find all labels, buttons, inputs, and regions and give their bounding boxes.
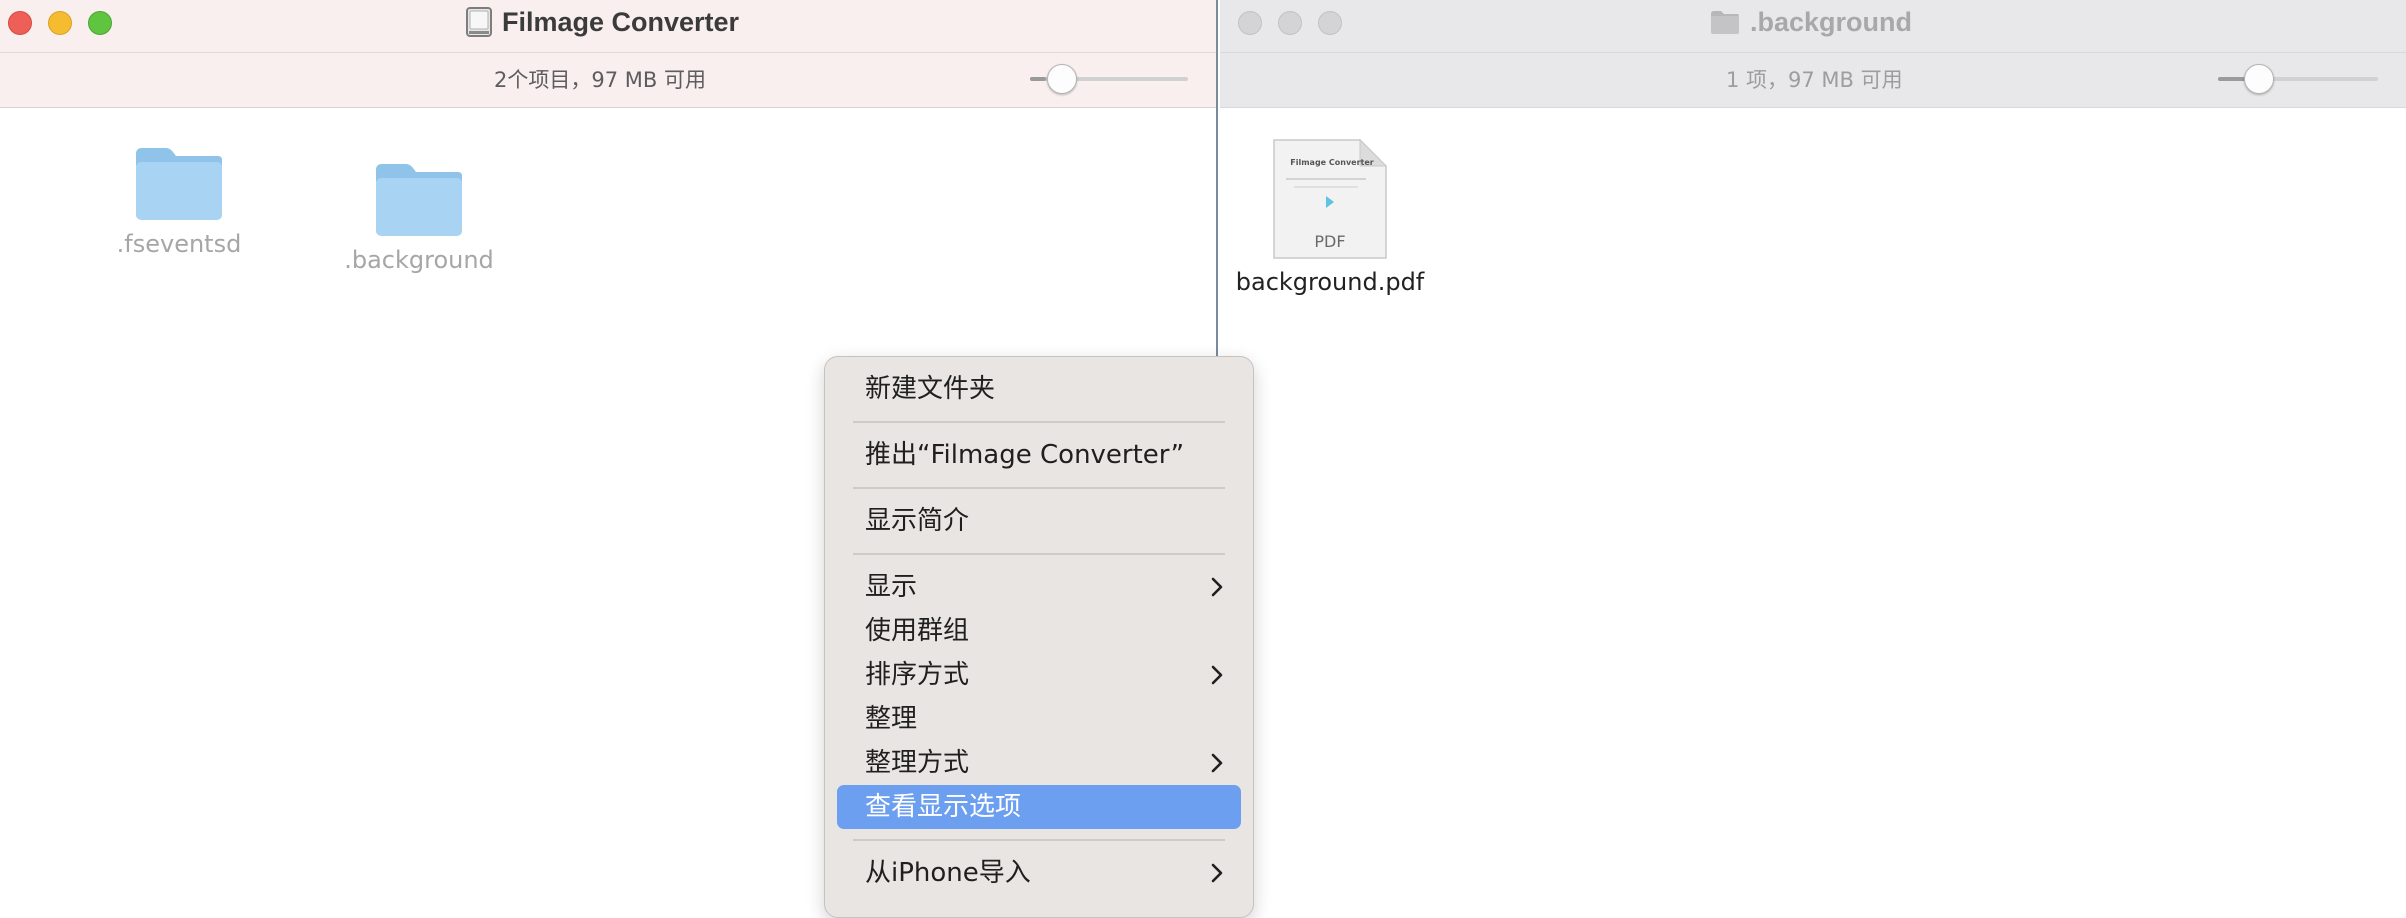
menu-item-label: 推出“Filmage Converter”	[865, 440, 1185, 470]
chevron-right-icon	[1211, 577, 1223, 597]
window-title-text: .background	[1750, 6, 1913, 37]
menu-item-show[interactable]: 显示	[837, 565, 1241, 609]
menu-item-eject[interactable]: 推出“Filmage Converter”	[837, 433, 1241, 477]
menu-item-label: 查看显示选项	[865, 792, 1022, 822]
menu-item-label: 显示	[865, 572, 918, 602]
close-button[interactable]	[1238, 11, 1262, 35]
maximize-button[interactable]	[1318, 11, 1342, 35]
file-item-background-pdf[interactable]: Filmage Converter PDF background.pdf	[1236, 138, 1424, 296]
slider-knob[interactable]	[2244, 64, 2274, 94]
menu-item-show-view-options[interactable]: 查看显示选项	[837, 785, 1241, 829]
pdf-badge: PDF	[1314, 232, 1346, 251]
menu-separator	[853, 487, 1225, 489]
chevron-right-icon	[1211, 863, 1223, 883]
menu-item-label: 显示简介	[865, 506, 970, 536]
menu-item-import-from-iphone[interactable]: 从iPhone导入	[837, 851, 1241, 895]
folder-item-fseventsd[interactable]: .fseventsd	[104, 142, 254, 258]
slider-fill	[1030, 77, 1046, 81]
status-bar-text: 2个项目，97 MB 可用	[494, 68, 706, 92]
status-bar-text: 1 项，97 MB 可用	[1726, 68, 1903, 92]
finder-window-background[interactable]: .background 1 项，97 MB 可用 Filmage Convert…	[1220, 0, 2406, 882]
menu-item-sort-by[interactable]: 排序方式	[837, 653, 1241, 697]
chevron-right-icon	[1211, 753, 1223, 773]
window-toolbar: Filmage Converter 2个项目，97 MB 可用	[0, 0, 1216, 108]
minimize-button[interactable]	[1278, 11, 1302, 35]
window-title: Filmage Converter	[466, 2, 739, 42]
folder-icon	[136, 148, 222, 220]
menu-item-get-info[interactable]: 显示简介	[837, 499, 1241, 543]
icon-size-slider[interactable]	[2218, 77, 2378, 81]
window-toolbar: .background 1 项，97 MB 可用	[1220, 0, 2406, 108]
menu-item-new-folder[interactable]: 新建文件夹	[837, 367, 1241, 411]
disk-icon	[466, 7, 492, 37]
menu-item-clean-up-by[interactable]: 整理方式	[837, 741, 1241, 785]
folder-icon	[376, 164, 462, 236]
window-title-text: Filmage Converter	[502, 6, 740, 37]
menu-separator	[853, 553, 1225, 555]
menu-separator	[853, 839, 1225, 841]
pdf-file-icon: Filmage Converter PDF	[1270, 138, 1390, 262]
toolbar-divider	[1220, 52, 2406, 53]
item-label: .fseventsd	[116, 230, 242, 258]
context-menu[interactable]: 新建文件夹 推出“Filmage Converter” 显示简介 显示 使用群组…	[824, 356, 1254, 918]
chevron-right-icon	[1211, 665, 1223, 685]
close-button[interactable]	[8, 11, 32, 35]
menu-item-label: 从iPhone导入	[865, 858, 1031, 888]
folder-icon	[1711, 11, 1739, 34]
toolbar-divider	[0, 52, 1216, 53]
pdf-thumbnail-title: Filmage Converter	[1290, 158, 1374, 167]
folder-item-background[interactable]: .background	[344, 158, 494, 274]
item-label: .background	[344, 246, 494, 274]
menu-item-label: 排序方式	[865, 660, 970, 690]
menu-item-clean-up[interactable]: 整理	[837, 697, 1241, 741]
item-label: background.pdf	[1235, 268, 1425, 296]
menu-separator	[853, 421, 1225, 423]
menu-item-label: 使用群组	[865, 616, 970, 646]
menu-item-label: 整理方式	[865, 748, 970, 778]
menu-item-use-groups[interactable]: 使用群组	[837, 609, 1241, 653]
menu-item-label: 整理	[865, 704, 918, 734]
slider-knob[interactable]	[1047, 64, 1077, 94]
minimize-button[interactable]	[48, 11, 72, 35]
menu-item-label: 新建文件夹	[865, 374, 996, 404]
maximize-button[interactable]	[88, 11, 112, 35]
window-title: .background	[1710, 2, 1912, 42]
